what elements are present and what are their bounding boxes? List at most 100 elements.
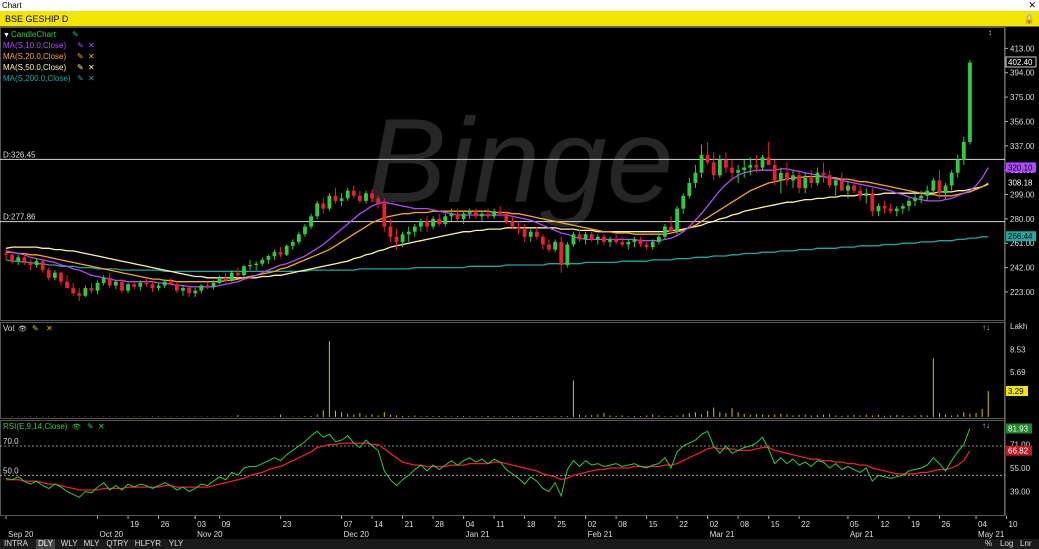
candle (900, 206, 905, 209)
time-axis-label: 02 (710, 520, 719, 529)
candle (742, 167, 747, 171)
candle (321, 203, 326, 209)
candle (126, 284, 130, 291)
candle (174, 284, 179, 291)
candle (235, 272, 240, 276)
candle (534, 231, 539, 237)
candle (492, 211, 496, 217)
panel-frame (0, 420, 1005, 516)
price-axis-label: 299.00 (1010, 191, 1035, 200)
candle (223, 277, 228, 281)
candle (595, 236, 600, 240)
candle (382, 203, 387, 227)
candle (797, 175, 802, 189)
timeframe-intra[interactable]: INTRA (2, 539, 30, 549)
close-icon[interactable]: ✕ (1028, 0, 1036, 11)
candle (528, 231, 533, 237)
candle (101, 277, 106, 283)
symbol-label: BSE GESHIP D (5, 14, 69, 24)
volume-unit-label: Lakh (1010, 322, 1027, 331)
timeframe-dly[interactable]: DLY (36, 539, 55, 549)
candle (760, 157, 765, 168)
candle (211, 282, 216, 287)
candle (162, 281, 167, 286)
legend-candlechart: CandleChart (11, 30, 57, 39)
rsi-last-label: 81.93 (1008, 425, 1029, 434)
rsi-axis-label: 39.00 (1010, 487, 1031, 496)
timeframe-yly[interactable]: YLY (167, 539, 186, 549)
candle (650, 241, 655, 248)
scale-log[interactable]: Log (1000, 539, 1013, 549)
candle (193, 290, 198, 294)
candle (46, 270, 51, 278)
candle (260, 259, 265, 264)
edit-icon: ✎ (32, 324, 39, 333)
volume-last-label: 3.29 (1008, 387, 1024, 396)
candle (913, 198, 917, 201)
timeframe-wly[interactable]: WLY (59, 539, 80, 549)
candle (730, 167, 734, 173)
candle (71, 288, 76, 294)
candle (339, 198, 344, 201)
candle (120, 281, 124, 291)
legend-rsi: RSI(E,9,14,Close) (3, 422, 68, 431)
candle (833, 180, 838, 186)
price-level-label: D:277.86 (3, 213, 36, 222)
candle (65, 281, 69, 289)
candle (150, 284, 155, 289)
candle (858, 190, 863, 196)
candle (663, 226, 667, 237)
candle (77, 293, 82, 296)
candle (4, 253, 8, 255)
candle (608, 239, 612, 242)
lock-icon[interactable]: 🔒 (1024, 11, 1035, 27)
timeframe-mly[interactable]: MLY (82, 539, 102, 549)
candle (955, 159, 960, 173)
scale-lnr[interactable]: Lnr (1020, 539, 1032, 549)
candle (449, 213, 454, 217)
timeframe-qtry[interactable]: QTRY (104, 539, 130, 549)
candle (296, 234, 301, 242)
candle (357, 195, 362, 201)
candle (791, 175, 795, 181)
edit-icon: ✎ (87, 422, 94, 431)
ma200-line (5, 236, 989, 273)
candle (284, 245, 289, 255)
candle (559, 241, 564, 266)
candle (522, 229, 527, 237)
legend-ma10: MA(S,10.0,Close) (3, 41, 66, 50)
candle (437, 218, 442, 224)
candle (22, 257, 27, 263)
rsi-level-label: 50.0 (3, 466, 19, 475)
timeframe-hlfyr[interactable]: HLFYR (133, 539, 163, 549)
time-axis-label: 26 (161, 520, 170, 529)
candle (821, 172, 826, 176)
legend-volume: Vol (3, 324, 14, 333)
price-axis-label: 394.00 (1010, 69, 1035, 78)
candle (364, 193, 368, 201)
candle (351, 190, 356, 196)
timeframe-bar: INTRA DLY WLY MLY QTRY HLFYR YLY% Log Lnr (0, 539, 1039, 549)
candle (553, 241, 557, 250)
volume-axis-label: 5.69 (1010, 368, 1026, 377)
candle (699, 154, 704, 173)
time-axis-label: 18 (527, 520, 536, 529)
candle (113, 281, 118, 286)
candle (327, 195, 332, 209)
last-value-label: 266.44 (1008, 232, 1033, 241)
candle (16, 257, 21, 262)
time-axis-label: 22 (801, 520, 810, 529)
candle (370, 193, 374, 199)
candle (785, 172, 789, 181)
panel-scroll-icon: ↑↓ (982, 323, 990, 332)
candle (52, 272, 57, 278)
candle (943, 185, 948, 194)
candle (602, 236, 606, 242)
symbol-bar: BSE GESHIP D 🔒 (0, 11, 1039, 27)
time-axis-label: Dec 20 (344, 530, 370, 539)
candle (687, 182, 692, 196)
chart-canvas: Binge413.00394.00375.00356.00337.00318.0… (0, 27, 1037, 539)
scale-percent[interactable]: % (985, 539, 992, 549)
candle (931, 180, 936, 191)
time-axis-label: 11 (496, 520, 505, 529)
